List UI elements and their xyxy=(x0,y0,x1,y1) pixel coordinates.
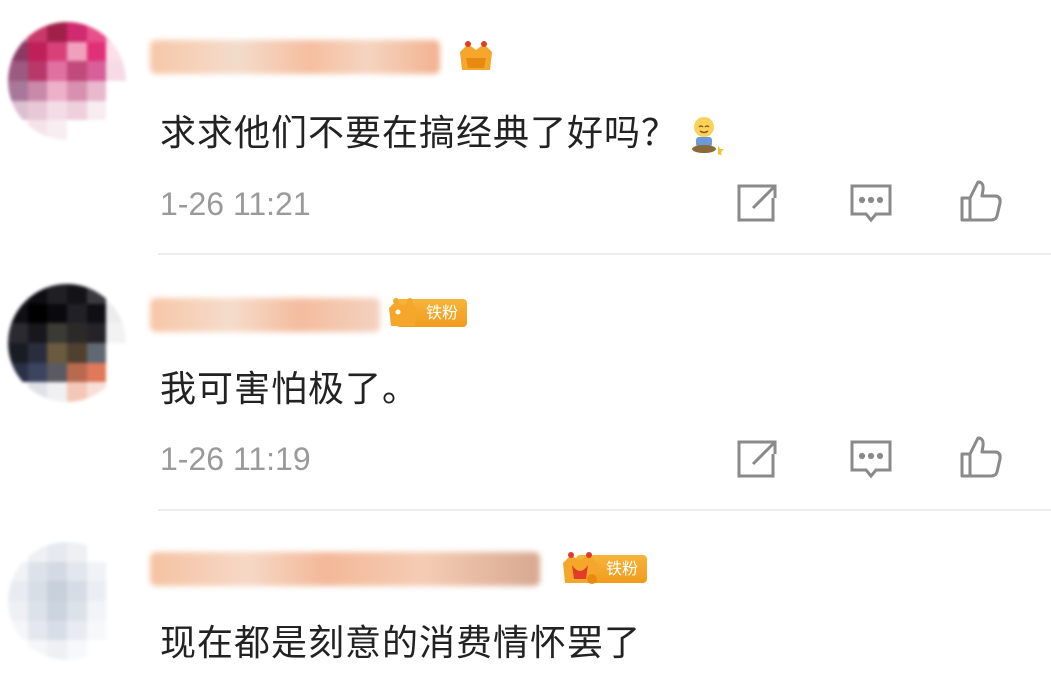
comment-text: 求求他们不要在搞经典了好吗？ xyxy=(160,104,725,156)
comment-text: 现在都是刻意的消费情怀罢了 xyxy=(160,623,642,664)
avatar[interactable] xyxy=(8,284,126,402)
like-icon[interactable] xyxy=(958,178,1004,224)
fan-badge: 铁粉 xyxy=(560,552,648,586)
divider xyxy=(158,253,1051,255)
timestamp: 1-26 11:19 xyxy=(160,441,311,477)
username[interactable] xyxy=(150,552,540,586)
username[interactable] xyxy=(150,40,440,74)
divider xyxy=(158,509,1051,511)
comment-text: 我可害怕极了。 xyxy=(160,369,420,410)
comment-icon[interactable] xyxy=(848,436,894,482)
username[interactable] xyxy=(150,298,380,332)
emoji-icon xyxy=(692,117,725,155)
timestamp: 1-26 11:21 xyxy=(160,186,311,222)
repost-icon[interactable] xyxy=(733,180,779,226)
crown-badge-icon xyxy=(389,298,417,326)
avatar[interactable] xyxy=(8,22,126,140)
crown-badge-icon xyxy=(563,552,597,584)
avatar[interactable] xyxy=(8,542,126,660)
repost-icon[interactable] xyxy=(733,436,779,482)
crown-badge-icon xyxy=(460,41,492,70)
fan-badge: 铁粉 xyxy=(386,296,468,330)
like-icon[interactable] xyxy=(958,434,1004,480)
comment-icon[interactable] xyxy=(848,180,894,226)
